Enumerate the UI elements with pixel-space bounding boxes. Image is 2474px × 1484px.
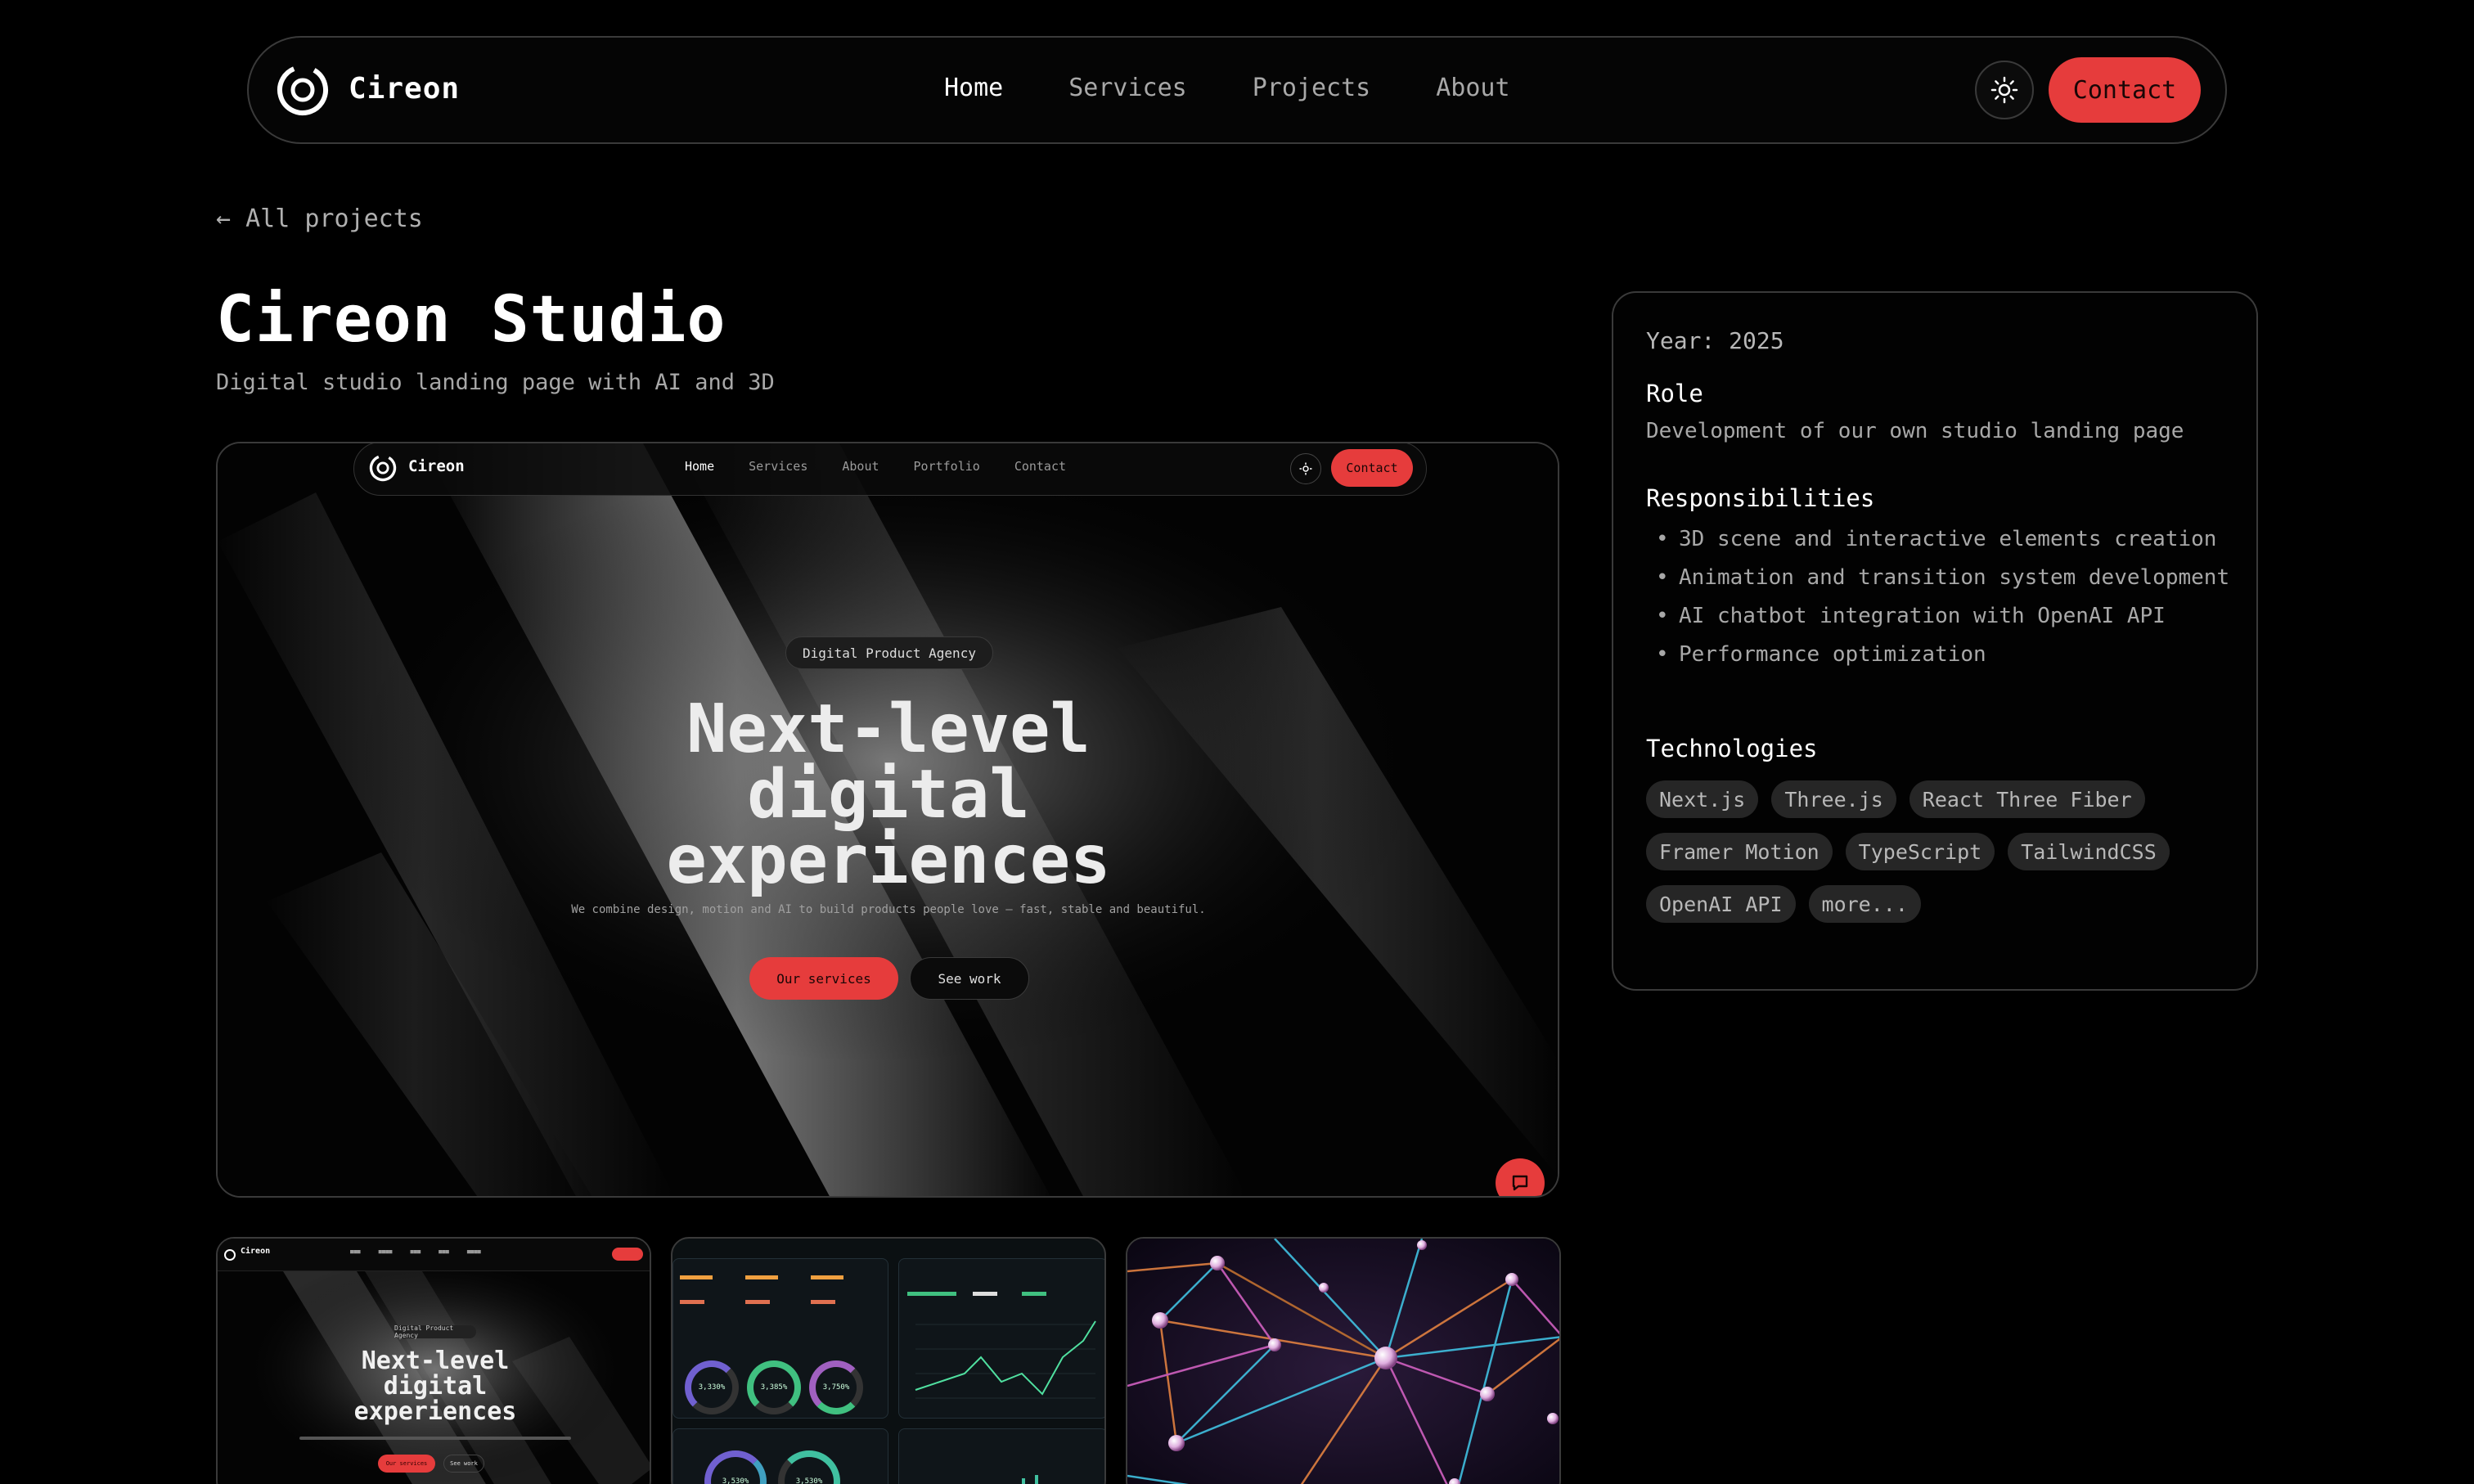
preview-headline-line: Next-level	[686, 690, 1091, 768]
thumbnail-headline-line: digital	[383, 1372, 488, 1401]
preview-logo-icon	[369, 454, 397, 482]
project-subtitle: Digital studio landing page with AI and …	[216, 370, 775, 395]
responsibility-item: Animation and transition system developm…	[1646, 562, 2235, 594]
dashboard-bar-card	[898, 1428, 1104, 1484]
thumbnail-logo-icon	[224, 1249, 236, 1261]
theme-toggle-button[interactable]	[1975, 61, 2034, 119]
preview-description: We combine design, motion and AI to buil…	[571, 903, 1206, 916]
tech-tag: Framer Motion	[1646, 833, 1833, 870]
project-title: Cireon Studio	[216, 283, 726, 357]
thumbnail-headline-line: experiences	[353, 1397, 517, 1426]
thumbnail-brand: Cireon	[241, 1247, 271, 1256]
dashboard-ring: 3,330%	[685, 1360, 739, 1414]
preview-see-work-button: See work	[910, 957, 1029, 1000]
responsibility-item: Performance optimization	[1646, 639, 2235, 671]
preview-headline-line: experiences	[666, 821, 1111, 899]
technology-tags: Next.js Three.js React Three Fiber Frame…	[1646, 780, 2235, 923]
role-text: Development of our own studio landing pa…	[1646, 419, 2184, 443]
dashboard-line-chart	[907, 1292, 1096, 1399]
preview-our-services-button: Our services	[749, 957, 898, 1000]
tech-tag: React Three Fiber	[1909, 780, 2145, 818]
responsibilities-list: 3D scene and interactive elements creati…	[1646, 524, 2235, 677]
tech-tag: Three.js	[1771, 780, 1896, 818]
project-year: Year: 2025	[1646, 327, 1784, 354]
preview-sun-icon	[1290, 453, 1321, 484]
responsibilities-heading: Responsibilities	[1646, 484, 1875, 512]
thumbnail-nav-links: ■■■ ■■■■ ■■■ ■■■ ■■■■	[350, 1248, 481, 1255]
preview-nav-contact: Contact	[1014, 459, 1067, 474]
preview-badge: Digital Product Agency	[785, 636, 993, 669]
preview-headline: Next-level digital experiences	[602, 690, 1175, 899]
more-technologies-tag[interactable]: more...	[1808, 885, 1921, 923]
gallery-thumbnail-dashboard[interactable]: 3,330% 3,385% 3,750% 3,530% 3,530%	[671, 1237, 1106, 1484]
brand-name[interactable]: Cireon	[349, 72, 460, 106]
thumbnail-primary-button: Our services	[378, 1455, 435, 1473]
tech-tag: OpenAI API	[1646, 885, 1796, 923]
tech-tag: Next.js	[1646, 780, 1759, 818]
back-to-projects-link[interactable]: ← All projects	[216, 205, 423, 233]
thumbnail-description-line	[299, 1437, 571, 1440]
thumbnail-secondary-button: See work	[443, 1455, 484, 1473]
dashboard-ring: 3,530%	[778, 1450, 840, 1484]
sun-icon	[1990, 76, 2018, 104]
network-graph-image	[1127, 1239, 1559, 1484]
nav-link-home[interactable]: Home	[944, 74, 1003, 102]
preview-nav-portfolio: Portfolio	[913, 459, 980, 474]
tech-tag: TypeScript	[1845, 833, 1995, 870]
project-info-card: Year: 2025 Role Development of our own s…	[1612, 291, 2258, 991]
dashboard-ring: 3,750%	[809, 1360, 863, 1414]
nav-link-about[interactable]: About	[1436, 74, 1509, 102]
preview-nav-links: Home Services About Portfolio Contact	[685, 459, 1066, 474]
preview-nav-about: About	[842, 459, 879, 474]
preview-navbar: Cireon Home Services About Portfolio Con…	[353, 443, 1427, 496]
dashboard-line-chart-card	[898, 1258, 1104, 1419]
role-heading: Role	[1646, 380, 1703, 407]
thumbnail-headline: Next-level digital experiences	[272, 1348, 599, 1424]
thumbnail-navbar: Cireon ■■■ ■■■■ ■■■ ■■■ ■■■■	[218, 1239, 650, 1271]
top-navigation: Cireon Home Services Projects About Cont…	[247, 36, 2227, 144]
gallery-thumbnail-network[interactable]	[1126, 1237, 1561, 1484]
dashboard-card: 3,330% 3,385% 3,750%	[672, 1258, 888, 1419]
preview-nav-services: Services	[749, 459, 808, 474]
dashboard-ring: 3,530%	[704, 1450, 767, 1484]
thumbnail-contact-button	[612, 1248, 643, 1261]
project-preview-image[interactable]: Cireon Home Services About Portfolio Con…	[216, 442, 1559, 1198]
tech-tag: TailwindCSS	[2008, 833, 2170, 870]
dashboard-card: 3,530% 3,530%	[672, 1428, 888, 1484]
preview-brand: Cireon	[408, 457, 465, 475]
nav-link-projects[interactable]: Projects	[1253, 74, 1371, 102]
dashboard-bar-chart	[1022, 1475, 1038, 1484]
contact-button[interactable]: Contact	[2049, 57, 2201, 123]
thumbnail-badge: Digital Product Agency	[394, 1324, 476, 1339]
gallery-thumbnail-landing[interactable]: Cireon ■■■ ■■■■ ■■■ ■■■ ■■■■ Digital Product…	[216, 1237, 651, 1484]
nav-link-services[interactable]: Services	[1068, 74, 1187, 102]
preview-contact-button: Contact	[1331, 449, 1413, 487]
dashboard-stat-rows	[680, 1275, 868, 1318]
dashboard-ring: 3,385%	[747, 1360, 801, 1414]
responsibility-item: AI chatbot integration with OpenAI API	[1646, 600, 2235, 632]
preview-nav-home: Home	[685, 459, 715, 474]
responsibility-item: 3D scene and interactive elements creati…	[1646, 524, 2235, 555]
thumbnail-headline-line: Next-level	[361, 1347, 510, 1375]
preview-headline-line: digital	[747, 756, 1030, 834]
cireon-logo-icon[interactable]	[275, 62, 331, 118]
main-nav-links: Home Services Projects About	[944, 74, 1510, 102]
technologies-heading: Technologies	[1646, 735, 1818, 762]
